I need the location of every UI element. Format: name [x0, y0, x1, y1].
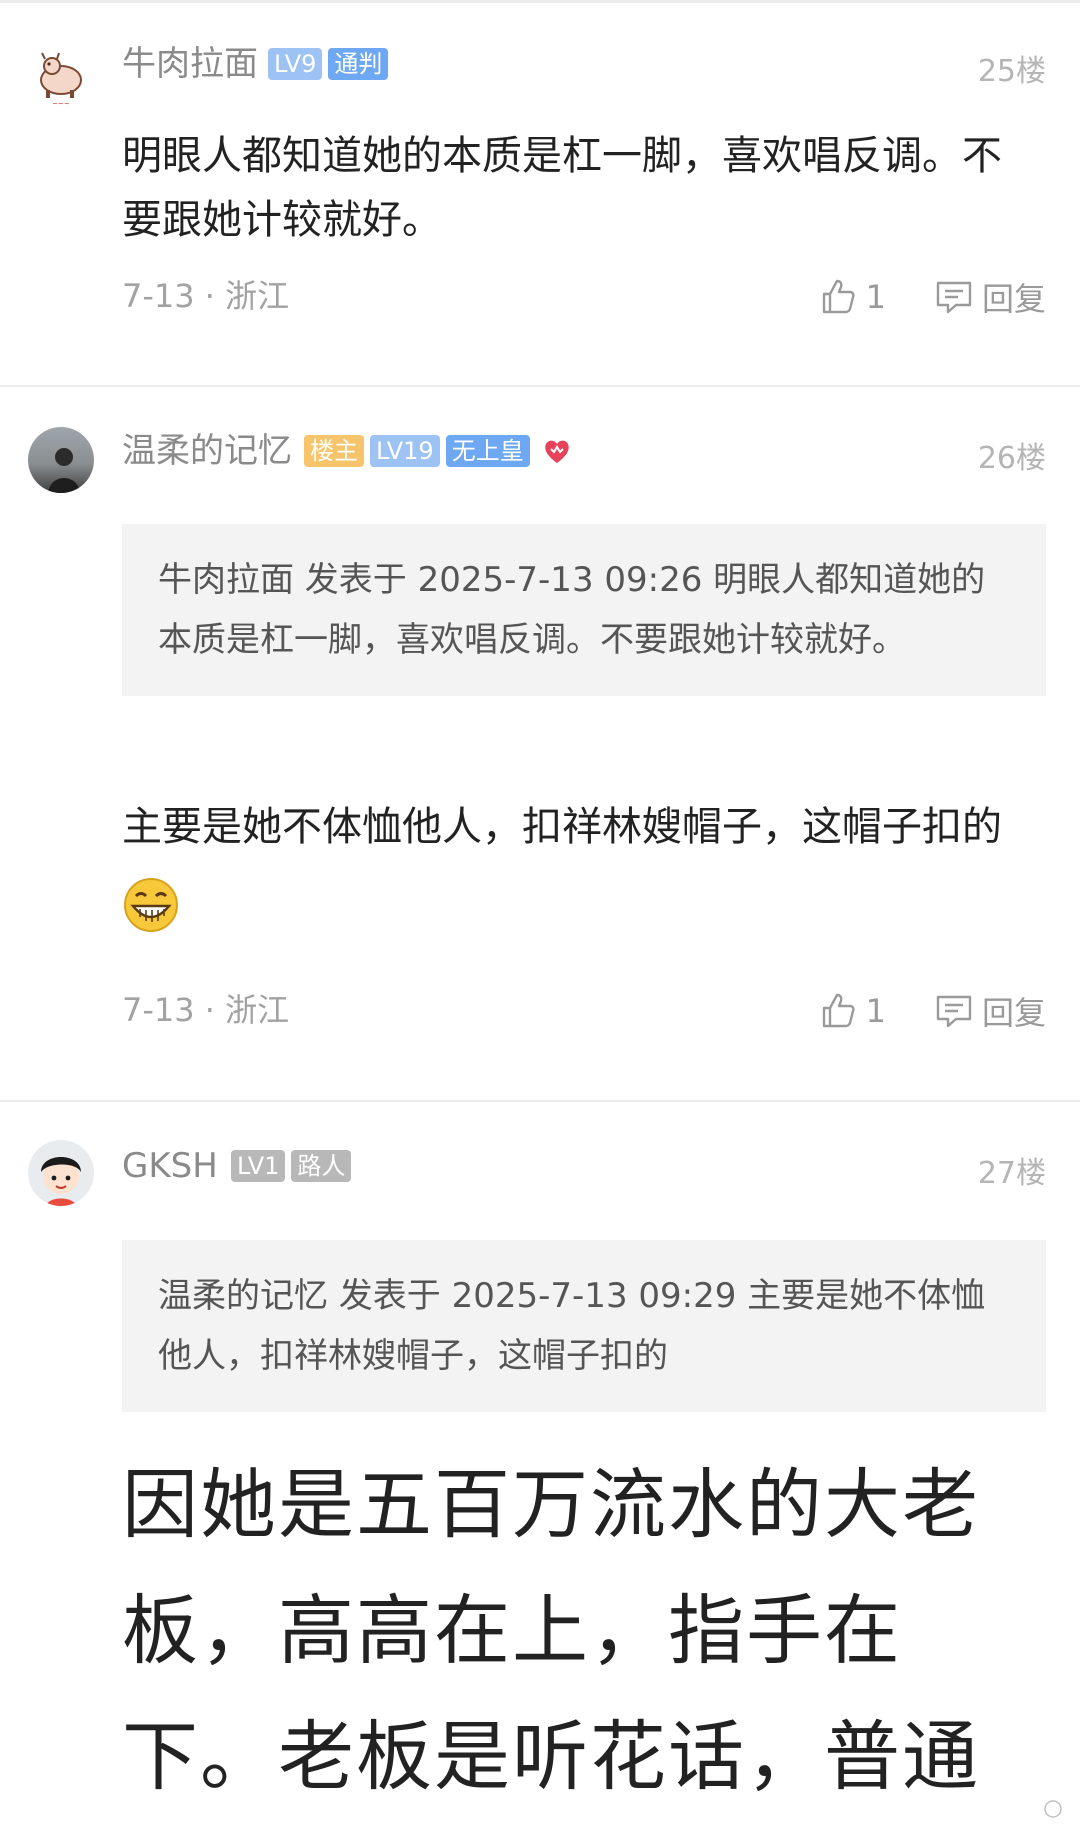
- comment-floor-25: ~~~ 牛肉拉面 LV9 通判 25楼 明眼人都知道她的本质是杠一脚，喜欢唱反调…: [0, 0, 1080, 330]
- like-count: 1: [865, 992, 886, 1030]
- level-badge: LV19: [370, 435, 440, 467]
- svg-text:~~~: ~~~: [52, 100, 70, 108]
- quoted-comment[interactable]: 温柔的记忆 发表于 2025-7-13 09:29 主要是她不体恤他人，扣祥林嫂…: [122, 1240, 1046, 1412]
- comment-text: 明眼人都知道她的本质是杠一脚，喜欢唱反调。不要跟她计较就好。: [122, 133, 1002, 243]
- grin-emoji-icon: [124, 878, 178, 932]
- avatar[interactable]: ~~~: [28, 44, 94, 110]
- quoted-comment[interactable]: 牛肉拉面 发表于 2025-7-13 09:26 明眼人都知道她的本质是杠一脚，…: [122, 524, 1046, 696]
- like-button[interactable]: 1: [818, 991, 886, 1031]
- watermark-logo-icon: [1044, 1800, 1062, 1818]
- comment-floor-26: 温柔的记忆 楼主 LV19 无上皇 26楼 牛肉拉面 发表于 2025-7-13…: [0, 387, 1080, 1097]
- like-count: 1: [865, 278, 886, 316]
- title-badge: 通判: [328, 48, 389, 80]
- floor-number: 27楼: [977, 1156, 1046, 1191]
- comment-actions: 1 回复: [818, 274, 1046, 320]
- thumbs-up-icon: [822, 279, 855, 314]
- reply-button[interactable]: 回复: [934, 274, 1046, 320]
- cow-avatar-icon: ~~~: [40, 52, 82, 108]
- floor-number: 26楼: [977, 441, 1046, 476]
- title-badge: 路人: [291, 1150, 352, 1182]
- comment-floor-27: GKSH LV1 路人 27楼 温柔的记忆 发表于 2025-7-13 09:2…: [0, 1102, 1080, 1826]
- comment-text-content: 主要是她不体恤他人，扣祥林嫂帽子，这帽子扣的: [122, 804, 1002, 850]
- watermark: [1044, 1800, 1062, 1818]
- floor-number: 25楼: [977, 54, 1046, 89]
- level-badge: LV9: [268, 48, 323, 80]
- level-badge: LV1: [231, 1150, 286, 1182]
- badge-row: LV1 路人: [231, 1150, 352, 1182]
- owner-badge: 楼主: [304, 435, 364, 467]
- cartoon-avatar-icon: [41, 1157, 81, 1206]
- username[interactable]: GKSH: [122, 1146, 218, 1186]
- title-badge: 无上皇: [445, 435, 530, 467]
- heart-icon: [545, 440, 569, 463]
- chat-bubble-icon: [936, 281, 972, 314]
- person-avatar-icon: [48, 448, 80, 493]
- username[interactable]: 温柔的记忆: [122, 431, 292, 471]
- comment-meta: 7-13 · 浙江: [122, 991, 290, 1029]
- reply-button[interactable]: 回复: [934, 988, 1046, 1034]
- reply-label: 回复: [981, 280, 1046, 318]
- avatar[interactable]: [28, 427, 94, 493]
- chat-bubble-icon: [936, 995, 972, 1028]
- like-button[interactable]: 1: [818, 277, 886, 317]
- reply-label: 回复: [981, 994, 1046, 1032]
- comment-text: 因她是五百万流水的大老板，高高在上，指手在下。老板是听花话，普通: [122, 1460, 980, 1801]
- thumbs-up-icon: [822, 993, 855, 1028]
- comment-meta: 7-13 · 浙江: [122, 277, 290, 315]
- badge-row: 楼主 LV19 无上皇: [304, 435, 572, 467]
- badge-row: LV9 通判: [268, 48, 389, 80]
- avatar[interactable]: [28, 1140, 94, 1206]
- comment-actions: 1 回复: [818, 988, 1046, 1034]
- comment-text: 主要是她不体恤他人，扣祥林嫂帽子，这帽子扣的: [122, 787, 1040, 947]
- username[interactable]: 牛肉拉面: [122, 44, 258, 84]
